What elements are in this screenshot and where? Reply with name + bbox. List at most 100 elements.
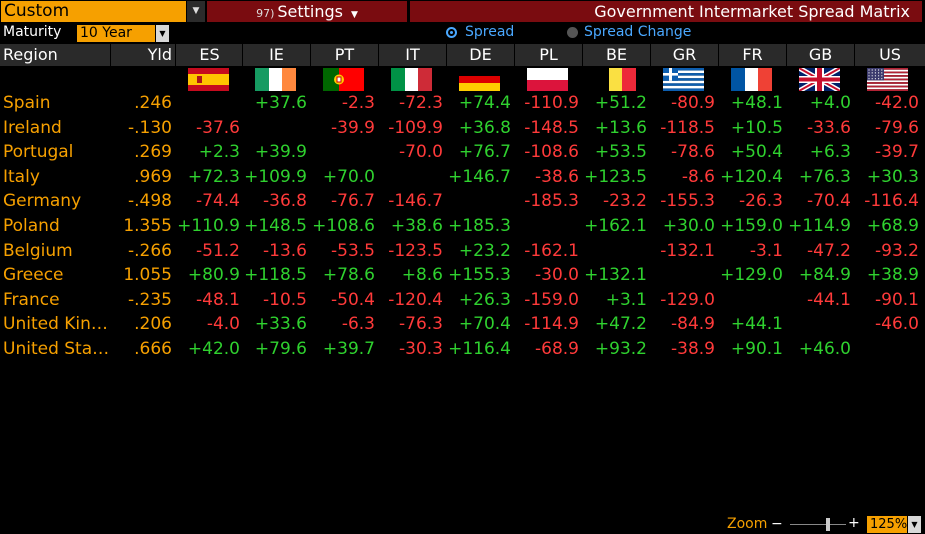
spread-cell[interactable]: -80.9 xyxy=(647,91,715,115)
spread-cell[interactable]: +76.7 xyxy=(443,140,511,164)
spread-cell[interactable]: +110.9 xyxy=(172,214,240,238)
yld-column-header[interactable]: Yld xyxy=(110,44,175,66)
spread-cell[interactable]: +26.3 xyxy=(443,288,511,312)
spread-cell[interactable]: -155.3 xyxy=(647,189,715,213)
region-name[interactable]: Italy xyxy=(3,165,40,189)
spread-cell[interactable]: +74.4 xyxy=(443,91,511,115)
spread-cell[interactable]: +51.2 xyxy=(579,91,647,115)
spread-radio-label[interactable]: Spread xyxy=(465,24,514,40)
spread-cell[interactable]: +118.5 xyxy=(239,263,307,287)
spread-cell[interactable]: -13.6 xyxy=(239,239,307,263)
spread-cell[interactable]: -10.5 xyxy=(239,288,307,312)
spread-cell[interactable]: -8.6 xyxy=(647,165,715,189)
spread-cell[interactable]: +109.9 xyxy=(239,165,307,189)
table-row[interactable]: United Kin… .206 -4.0 +33.6 -6.3 -76.3 +70.4 -1… xyxy=(0,312,925,336)
spread-cell[interactable]: -47.2 xyxy=(783,239,851,263)
maturity-dropdown-arrow-icon[interactable]: ▼ xyxy=(156,25,169,42)
spread-cell[interactable]: -185.3 xyxy=(511,189,579,213)
spread-cell[interactable]: -26.3 xyxy=(715,189,783,213)
spread-cell[interactable]: -162.1 xyxy=(511,239,579,263)
spread-cell[interactable]: +6.3 xyxy=(783,140,851,164)
spread-cell[interactable]: +84.9 xyxy=(783,263,851,287)
settings-button[interactable]: 97) Settings ▼ xyxy=(207,1,407,22)
spread-cell[interactable]: +23.2 xyxy=(443,239,511,263)
table-row[interactable]: United Sta… .666 +42.0 +79.6 +39.7 -30.3 +116.… xyxy=(0,337,925,361)
custom-dropdown-arrow-icon[interactable]: ▼ xyxy=(187,1,205,22)
spread-cell[interactable]: +120.4 xyxy=(715,165,783,189)
spread-cell[interactable]: -118.5 xyxy=(647,116,715,140)
spread-cell[interactable]: -33.6 xyxy=(783,116,851,140)
spread-cell[interactable]: -46.0 xyxy=(851,312,919,336)
spread-cell[interactable]: +39.9 xyxy=(239,140,307,164)
spread-cell[interactable]: +30.0 xyxy=(647,214,715,238)
spread-cell[interactable]: -36.8 xyxy=(239,189,307,213)
custom-view-select[interactable]: Custom xyxy=(1,1,186,22)
spread-cell[interactable]: +46.0 xyxy=(783,337,851,361)
spread-cell[interactable]: +2.3 xyxy=(172,140,240,164)
table-row[interactable]: Portugal .269 +2.3 +39.9 -70.0 +76.7 -108.6 +53… xyxy=(0,140,925,164)
column-header-pl[interactable]: PL xyxy=(514,44,582,66)
spread-cell[interactable]: -78.6 xyxy=(647,140,715,164)
table-row[interactable]: Ireland -.130 -37.6 -39.9 -109.9 +36.8 -148.5 +… xyxy=(0,116,925,140)
spread-cell[interactable]: -23.2 xyxy=(579,189,647,213)
spread-cell[interactable]: -90.1 xyxy=(851,288,919,312)
spread-cell[interactable]: +33.6 xyxy=(239,312,307,336)
column-header-us[interactable]: US xyxy=(854,44,925,66)
spread-cell[interactable]: +13.6 xyxy=(579,116,647,140)
spread-cell[interactable]: +30.3 xyxy=(851,165,919,189)
spread-cell[interactable]: -2.3 xyxy=(307,91,375,115)
region-name[interactable]: United Kin… xyxy=(3,312,108,336)
spread-cell[interactable]: +70.4 xyxy=(443,312,511,336)
column-header-be[interactable]: BE xyxy=(582,44,650,66)
spread-cell[interactable]: +44.1 xyxy=(715,312,783,336)
spread-cell[interactable]: +114.9 xyxy=(783,214,851,238)
spread-cell[interactable]: +36.8 xyxy=(443,116,511,140)
spread-cell[interactable]: -109.9 xyxy=(375,116,443,140)
region-name[interactable]: United Sta… xyxy=(3,337,109,361)
table-row[interactable]: Poland 1.355 +110.9 +148.5 +108.6 +38.6 +185.3… xyxy=(0,214,925,238)
spread-cell[interactable]: -72.3 xyxy=(375,91,443,115)
spread-cell[interactable]: -38.6 xyxy=(511,165,579,189)
spread-change-radio[interactable] xyxy=(567,27,578,38)
spread-cell[interactable]: +37.6 xyxy=(239,91,307,115)
table-row[interactable]: Belgium -.266 -51.2 -13.6 -53.5 -123.5 +23.2 -1… xyxy=(0,239,925,263)
spread-cell[interactable]: +162.1 xyxy=(579,214,647,238)
spread-cell[interactable]: +47.2 xyxy=(579,312,647,336)
spread-cell[interactable]: +53.5 xyxy=(579,140,647,164)
spread-cell[interactable]: +70.0 xyxy=(307,165,375,189)
spread-cell[interactable]: +72.3 xyxy=(172,165,240,189)
column-header-fr[interactable]: FR xyxy=(718,44,786,66)
column-header-de[interactable]: DE xyxy=(446,44,514,66)
region-name[interactable]: Spain xyxy=(3,91,51,115)
spread-cell[interactable]: +185.3 xyxy=(443,214,511,238)
zoom-level-select[interactable]: 125% xyxy=(867,516,907,533)
spread-cell[interactable]: +4.0 xyxy=(783,91,851,115)
spread-cell[interactable]: -76.7 xyxy=(307,189,375,213)
spread-cell[interactable]: -48.1 xyxy=(172,288,240,312)
spread-cell[interactable]: -93.2 xyxy=(851,239,919,263)
column-header-pt[interactable]: PT xyxy=(310,44,378,66)
spread-cell[interactable]: -129.0 xyxy=(647,288,715,312)
spread-cell[interactable]: +146.7 xyxy=(443,165,511,189)
region-name[interactable]: Belgium xyxy=(3,239,73,263)
spread-cell[interactable]: +10.5 xyxy=(715,116,783,140)
region-name[interactable]: Greece xyxy=(3,263,64,287)
spread-cell[interactable]: -132.1 xyxy=(647,239,715,263)
spread-cell[interactable]: -44.1 xyxy=(783,288,851,312)
table-row[interactable]: Greece 1.055 +80.9 +118.5 +78.6 +8.6 +155.3 -30… xyxy=(0,263,925,287)
spread-cell[interactable]: -123.5 xyxy=(375,239,443,263)
maturity-select[interactable]: 10 Year xyxy=(77,25,155,42)
spread-cell[interactable]: +148.5 xyxy=(239,214,307,238)
spread-cell[interactable]: -30.3 xyxy=(375,337,443,361)
spread-cell[interactable]: +38.6 xyxy=(375,214,443,238)
column-header-es[interactable]: ES xyxy=(175,44,243,66)
spread-cell[interactable]: -70.0 xyxy=(375,140,443,164)
spread-cell[interactable]: +159.0 xyxy=(715,214,783,238)
spread-radio[interactable] xyxy=(446,27,457,38)
spread-cell[interactable]: -42.0 xyxy=(851,91,919,115)
column-header-ie[interactable]: IE xyxy=(242,44,310,66)
spread-cell[interactable]: -50.4 xyxy=(307,288,375,312)
spread-cell[interactable]: -38.9 xyxy=(647,337,715,361)
region-name[interactable]: Portugal xyxy=(3,140,73,164)
spread-cell[interactable]: -84.9 xyxy=(647,312,715,336)
